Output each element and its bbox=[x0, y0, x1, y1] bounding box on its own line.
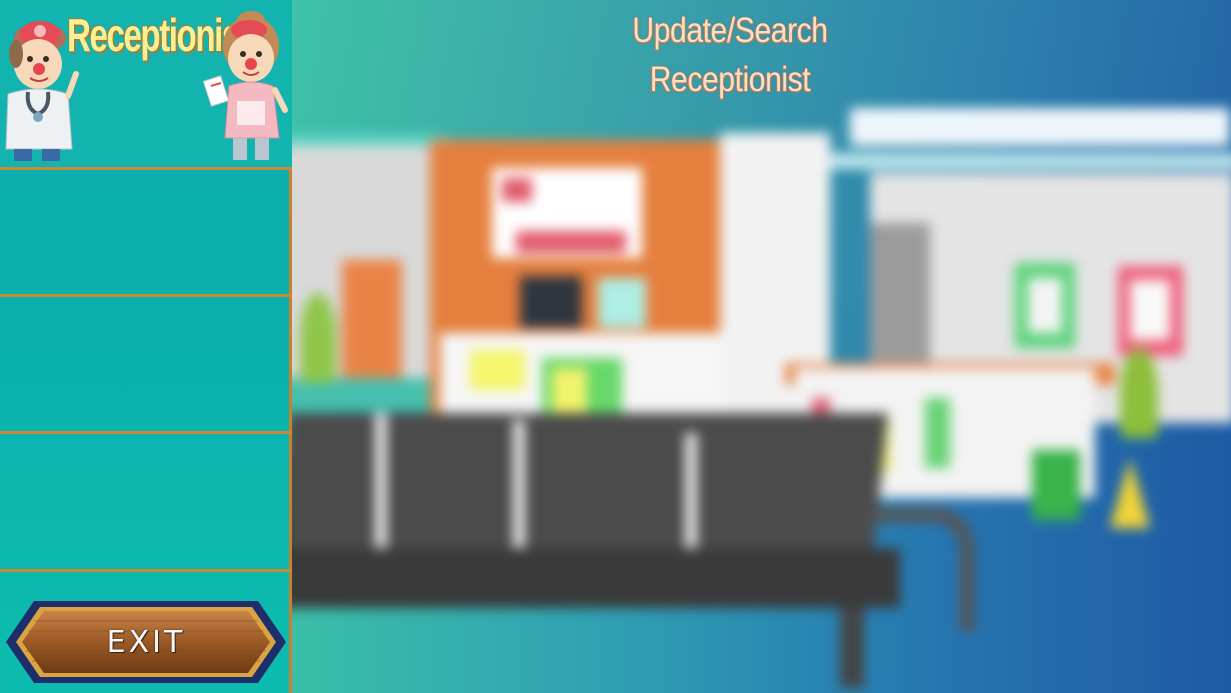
page-title: Update/Search Receptionist bbox=[584, 6, 876, 104]
page-title-line2: Receptionist bbox=[649, 60, 811, 99]
sidebar: Receptionist EXIT bbox=[0, 0, 292, 693]
sidebar-menu-slot[interactable] bbox=[0, 297, 292, 434]
exit-button[interactable]: EXIT bbox=[4, 599, 288, 685]
sidebar-menu-slot[interactable] bbox=[0, 170, 292, 297]
exit-button-label: EXIT bbox=[106, 624, 186, 660]
page-title-line1: Update/Search bbox=[632, 11, 828, 50]
sidebar-header: Receptionist bbox=[0, 0, 292, 170]
sidebar-menu-slot[interactable] bbox=[0, 434, 292, 572]
nurse-character-icon bbox=[203, 11, 288, 160]
